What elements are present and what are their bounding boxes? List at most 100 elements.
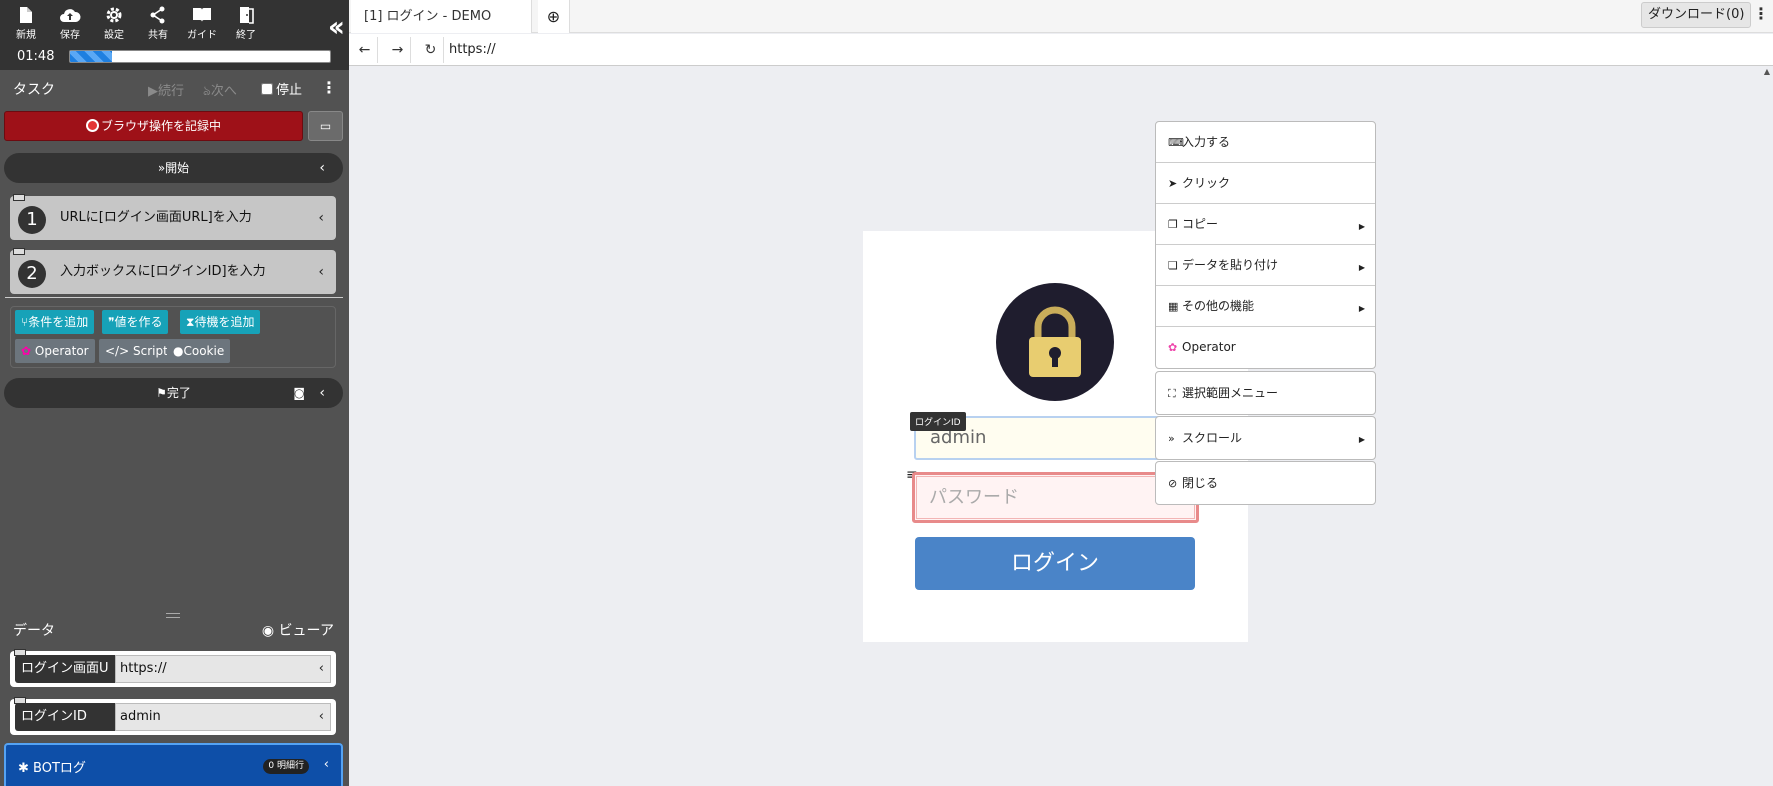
select-icon: ⛶ [1168, 387, 1176, 400]
menu-item-operator[interactable]: ✿ Operator [1156, 327, 1375, 368]
menu-item-scroll[interactable]: » スクロール ▶ [1156, 417, 1375, 459]
continue-button[interactable]: ▶続行 [148, 80, 184, 99]
data-row[interactable]: ログインID admin ‹ [10, 697, 336, 735]
menu-item-selection[interactable]: ⛶ 選択範囲メニュー [1156, 372, 1375, 414]
progress-bar [69, 50, 331, 63]
menu-item-label: 入力する [1182, 135, 1231, 149]
step-number: 1 [18, 206, 46, 234]
menu-item-other[interactable]: ▦ その他の機能 ▶ [1156, 286, 1375, 327]
start-label: 開始 [165, 161, 190, 175]
code-icon: </> [105, 344, 130, 358]
stop-toggle[interactable]: 停止 [261, 79, 302, 98]
menu-item-click[interactable]: ➤ クリック [1156, 163, 1375, 204]
data-header: データ ◉ ビューア [0, 617, 349, 643]
menu-item-close[interactable]: ⊘ 閉じる [1156, 462, 1375, 504]
viewer-button[interactable]: ◉ ビューア [262, 620, 334, 640]
scroll-up-icon[interactable]: ▲ [1764, 67, 1770, 76]
data-row[interactable]: ログイン画面U https:// ‹ [10, 649, 336, 687]
add-tab-icon[interactable]: ⊕ [538, 0, 570, 33]
download-button[interactable]: ダウンロード(0) [1641, 2, 1752, 28]
stop-label: 停止 [276, 83, 303, 98]
data-label: ログイン画面U [15, 655, 115, 683]
share-button[interactable]: 共有 [138, 6, 178, 41]
start-section[interactable]: »開始 ‹ [4, 153, 343, 183]
add-condition-label: 条件を追加 [28, 315, 89, 329]
recording-button[interactable]: ブラウザ操作を記録中 [4, 111, 303, 141]
progress-fill [70, 51, 112, 62]
menu-item-paste[interactable]: ❏ データを貼り付け ▶ [1156, 245, 1375, 286]
chevron-left-icon[interactable]: ‹ [319, 153, 325, 183]
menu-item-label: 閉じる [1182, 476, 1219, 490]
comment-icon[interactable] [13, 248, 25, 255]
double-chevron-down-icon: » [1168, 432, 1175, 445]
reload-icon[interactable]: ↻ [418, 37, 444, 63]
guide-label: ガイド [187, 30, 217, 41]
comment-icon[interactable] [13, 194, 25, 201]
settings-label: 設定 [104, 30, 124, 41]
botlog-panel[interactable]: ✱ BOTログ 0 明細行 ‹ [4, 743, 343, 786]
new-label: 新規 [16, 30, 36, 41]
add-wait-button[interactable]: ⧗待機を追加 [180, 310, 261, 334]
script-button[interactable]: </> Script [99, 339, 174, 363]
share-label: 共有 [148, 30, 168, 41]
caret-right-icon: ▶ [1358, 304, 1365, 313]
menu-item-input[interactable]: ⌨入力する [1156, 122, 1375, 163]
settings-button[interactable]: 設定 [94, 6, 134, 41]
chevron-left-icon[interactable]: ‹ [324, 757, 329, 772]
image-button[interactable]: ▭ [308, 111, 343, 141]
stop-checkbox[interactable] [261, 83, 273, 95]
grid-icon: ▦ [1168, 300, 1179, 313]
chevron-left-icon[interactable]: ‹ [319, 699, 324, 735]
task-header: タスク ▶続行 ঌ次へ 停止 ⋮ [0, 74, 349, 102]
menu-item-label: 選択範囲メニュー [1182, 386, 1279, 400]
data-value[interactable]: admin [115, 703, 331, 731]
kebab-menu-icon[interactable]: ⋮ [1753, 4, 1769, 23]
cursor-icon: ➤ [1168, 177, 1178, 190]
data-title: データ [13, 623, 55, 639]
eye-icon: ◉ [261, 623, 275, 639]
operator-button[interactable]: ✿ Operator [15, 339, 95, 363]
caret-right-icon: ▶ [1358, 435, 1365, 444]
cookie-button[interactable]: ●Cookie [167, 339, 231, 363]
paste-icon: ❏ [1168, 259, 1178, 272]
book-icon [193, 8, 211, 22]
end-section[interactable]: ⚑完了 ◙ ‹ [4, 378, 343, 408]
menu-item-label: データを貼り付け [1182, 258, 1279, 272]
menu-item-label: その他の機能 [1182, 299, 1255, 313]
timer: 01:48 [17, 49, 55, 64]
url-field[interactable]: https:// [449, 34, 496, 66]
double-chevron-left-icon[interactable]: ‹‹ [328, 10, 345, 43]
camera-icon[interactable]: ◙ [293, 378, 305, 408]
make-value-button[interactable]: ❞値を作る [102, 310, 169, 334]
guide-button[interactable]: ガイド [182, 6, 222, 41]
forward-arrow-icon[interactable]: → [385, 37, 411, 63]
browser-tab[interactable]: [1] ログイン - DEMO SHOP [351, 0, 532, 57]
menu-item-copy[interactable]: ❐ コピー ▶ [1156, 204, 1375, 245]
context-menu: ⌨入力する ➤ クリック ❐ コピー ▶ ❏ データを貼り付け ▶ ▦ その他の機能 ▶ ✿ O… [1155, 121, 1376, 369]
back-arrow-icon[interactable]: ← [352, 37, 378, 63]
chevron-left-icon[interactable]: ‹ [319, 378, 325, 408]
task-title: タスク [13, 82, 55, 98]
operator-label: Operator [34, 344, 89, 358]
keyboard-icon: ⌨ [1168, 136, 1184, 149]
door-exit-icon [240, 7, 254, 24]
step-item[interactable]: 2 入力ボックスに[ログインID]を入力 ‹ [10, 248, 336, 294]
data-value[interactable]: https:// [115, 655, 331, 683]
save-button[interactable]: 保存 [50, 6, 90, 41]
login-button[interactable]: ログイン [915, 537, 1195, 590]
add-condition-button[interactable]: ⑂条件を追加 [15, 310, 95, 334]
cookie-icon: ● [173, 344, 184, 358]
new-button[interactable]: 新規 [6, 6, 46, 41]
flower-icon: ✿ [21, 344, 32, 358]
chevron-left-icon[interactable]: ‹ [318, 196, 324, 240]
next-button[interactable]: ঌ次へ [203, 80, 237, 103]
chevron-left-icon[interactable]: ‹ [319, 651, 324, 687]
chevron-left-icon[interactable]: ‹ [318, 250, 324, 294]
exit-button[interactable]: 終了 [226, 6, 266, 41]
step-item[interactable]: 1 URLに[ログイン画面URL]を入力 ‹ [10, 194, 336, 240]
kebab-menu-icon[interactable]: ⋮ [321, 78, 337, 97]
ban-icon: ⊘ [1168, 477, 1178, 490]
bug-icon: ✱ [18, 761, 29, 776]
insert-divider[interactable] [5, 297, 343, 298]
menu-item-label: クリック [1182, 176, 1231, 190]
